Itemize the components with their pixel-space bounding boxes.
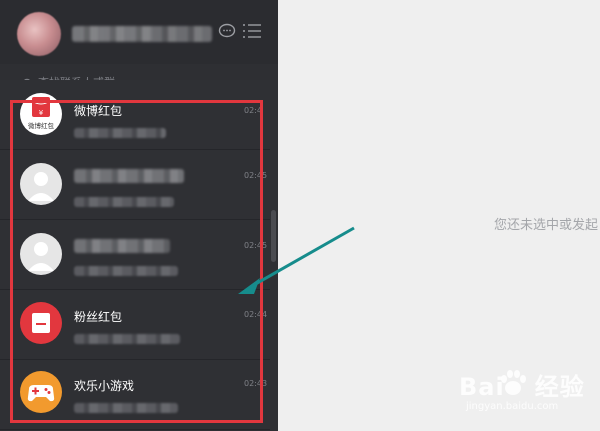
avatar[interactable] [17, 12, 61, 56]
pointer-arrow-annotation [238, 226, 355, 294]
baidu-paw-icon [501, 370, 526, 395]
chat-bubble-icon[interactable] [218, 23, 236, 39]
username: ████████ [72, 26, 212, 42]
highlight-annotation-box [10, 100, 263, 423]
watermark-url: jingyan.baidu.com [466, 401, 559, 412]
menu-list-icon[interactable] [242, 22, 262, 40]
watermark-suffix: 经验 [534, 373, 585, 401]
empty-state-text: 您还未选中或发起 [494, 218, 599, 233]
app-window: ████████ 查找联系人或群 ¥ 微博红包 微博红包 02:4 02:45 … [0, 0, 600, 431]
sidebar-header: ████████ [0, 0, 278, 64]
